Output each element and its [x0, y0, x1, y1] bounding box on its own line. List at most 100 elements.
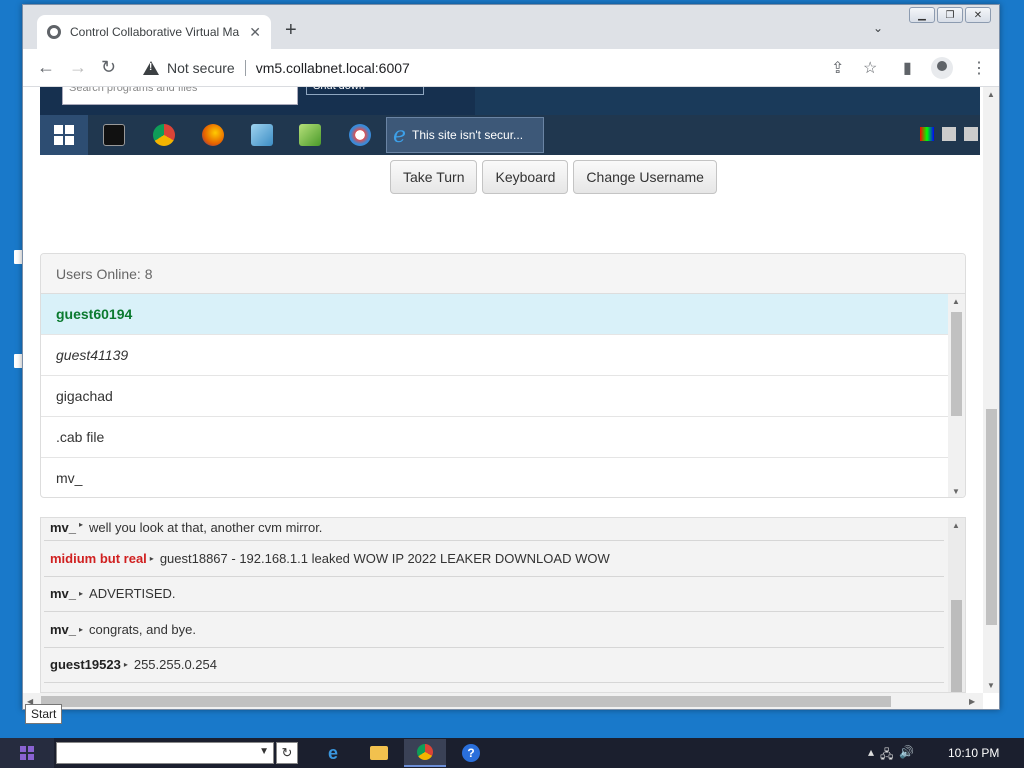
network-icon[interactable]: 🖧 — [880, 745, 893, 766]
ie-icon: e — [393, 122, 407, 148]
vm-start-button[interactable] — [40, 115, 88, 155]
windows-logo-icon — [54, 125, 74, 145]
page-horizontal-thumb[interactable] — [41, 696, 891, 707]
scroll-right-icon[interactable]: ▶ — [969, 697, 975, 706]
paint-icon[interactable] — [349, 124, 371, 146]
vm-ie-button-label: This site isn't secur... — [412, 128, 524, 142]
profile-avatar-icon[interactable] — [931, 57, 953, 79]
device-icon[interactable] — [942, 127, 956, 141]
page-vertical-scrollbar[interactable]: ▲ ▼ — [983, 87, 999, 693]
chat-scroll-thumb[interactable] — [951, 600, 962, 692]
chevron-down-icon[interactable]: ▼ — [259, 746, 269, 757]
users-scrollbar[interactable]: ▲ ▼ — [948, 294, 965, 497]
color-icon[interactable] — [920, 127, 934, 141]
scroll-up-icon[interactable]: ▲ — [987, 90, 995, 99]
scroll-up-icon[interactable]: ▲ — [952, 297, 960, 306]
host-taskbar: ▼ ↻ e ? ▴ 🖧 🔊 10:10 PM — [0, 738, 1024, 768]
chevron-up-icon[interactable]: ▴ — [868, 745, 874, 766]
taskbar-clock[interactable]: 10:10 PM — [948, 746, 999, 760]
chat-text: 255.255.0.254 — [133, 657, 217, 673]
url-text: vm5.collabnet.local:6007 — [255, 60, 410, 76]
taskbar-edge-icon[interactable]: e — [312, 739, 354, 767]
forward-arrow-icon[interactable]: → — [69, 57, 87, 77]
chat-separator-icon: ▸ — [79, 520, 84, 529]
chat-separator-icon: ▸ — [79, 624, 84, 634]
taskbar-explorer-icon[interactable] — [358, 739, 400, 767]
menu-kebab-icon[interactable]: ⋮ — [971, 58, 987, 78]
chat-username: mv_ — [50, 621, 77, 637]
chat-username: mv_ — [50, 520, 77, 535]
chat-separator-icon: ▸ — [123, 660, 128, 670]
browser-window: Control Collaborative Virtual Ma ✕ + ⌄ ▁… — [22, 4, 1000, 710]
chat-separator-icon: ▸ — [149, 553, 154, 563]
chrome-icon[interactable] — [153, 124, 175, 146]
volume-icon[interactable]: 🔊 — [899, 745, 914, 766]
users-online-header: Users Online: 8 — [41, 254, 965, 294]
vm-control-buttons: Take Turn Keyboard Change Username — [390, 160, 717, 194]
chat-message: midium but real ▸ guest18867 - 192.168.1… — [44, 541, 944, 577]
keyboard-button[interactable]: Keyboard — [482, 160, 569, 194]
taskbar-help-icon[interactable]: ? — [450, 739, 492, 767]
chat-username: mv_ — [50, 586, 77, 602]
vm-ie-taskbar-button[interactable]: e This site isn't secur... — [386, 117, 544, 153]
notepad-icon[interactable] — [299, 124, 321, 146]
scroll-down-icon[interactable]: ▼ — [952, 487, 960, 496]
chat-username: midium but real — [50, 550, 147, 566]
chat-username: guest19523 — [50, 657, 121, 673]
minimize-button[interactable]: ▁ — [909, 7, 935, 23]
user-list-item[interactable]: gigachad — [41, 376, 949, 417]
user-list-item[interactable]: guest41139 — [41, 335, 949, 376]
not-secure-label: Not secure — [167, 60, 246, 76]
chat-message: guest19523 ▸ 255.255.0.254 — [44, 648, 944, 683]
host-start-button[interactable] — [0, 738, 54, 768]
taskbar-refresh-button[interactable]: ↻ — [276, 742, 298, 764]
vm-taskbar: e This site isn't secur... — [40, 115, 980, 155]
taskbar-address-input[interactable]: ▼ — [56, 742, 274, 764]
maximize-button[interactable]: ❐ — [937, 7, 963, 23]
firefox-icon[interactable] — [202, 124, 224, 146]
reload-icon[interactable]: ↻ — [101, 57, 116, 77]
chat-panel: mv_ ▸ well you look at that, another cvm… — [40, 517, 966, 693]
cmd-icon[interactable] — [103, 124, 125, 146]
back-arrow-icon[interactable]: ← — [37, 57, 55, 77]
globe-icon — [47, 25, 61, 39]
start-tooltip: Start — [25, 704, 63, 724]
scroll-down-icon[interactable]: ▼ — [987, 681, 995, 690]
bookmark-star-icon[interactable]: ☆ — [863, 58, 877, 78]
vm-shutdown-button[interactable]: Shut down — [306, 87, 424, 95]
tab-search-chevron-icon[interactable]: ⌄ — [873, 21, 883, 35]
taskbar-chrome-icon[interactable] — [404, 739, 446, 767]
chat-separator-icon: ▸ — [79, 589, 84, 599]
users-list[interactable]: guest60194 guest41139 gigachad .cab file… — [41, 294, 949, 497]
close-window-button[interactable]: ✕ — [965, 7, 991, 23]
address-bar[interactable]: Not secure vm5.collabnet.local:6007 — [133, 54, 873, 82]
vm-start-menu: Search programs and files Shut down — [40, 87, 475, 115]
user-list-item[interactable]: mv_ — [41, 458, 949, 497]
volume-muted-icon[interactable] — [964, 127, 978, 141]
close-tab-icon[interactable]: ✕ — [249, 24, 261, 41]
page-horizontal-scrollbar[interactable]: ◀ ▶ — [23, 693, 983, 709]
user-list-item[interactable]: .cab file — [41, 417, 949, 458]
side-panel-icon[interactable]: ▮ — [903, 58, 912, 78]
user-list-item[interactable]: guest60194 — [41, 294, 949, 335]
change-username-button[interactable]: Change Username — [573, 160, 717, 194]
chat-text: guest18867 - 192.168.1.1 leaked WOW IP 2… — [159, 550, 610, 566]
scroll-up-icon[interactable]: ▲ — [952, 521, 960, 530]
page-vertical-thumb[interactable] — [986, 409, 997, 625]
vm-system-tray — [920, 127, 978, 141]
chat-message: mv_ ▸ ADVERTISED. — [44, 577, 944, 612]
share-icon[interactable]: ⇪ — [831, 58, 844, 78]
chat-text: congrats, and bye. — [89, 621, 197, 637]
browser-tab[interactable]: Control Collaborative Virtual Ma ✕ — [37, 15, 271, 49]
vm-screen[interactable]: Search programs and files Shut down e Th… — [40, 87, 980, 155]
chat-text: well you look at that, another cvm mirro… — [89, 520, 323, 535]
users-scroll-thumb[interactable] — [951, 312, 962, 416]
browser-titlebar: Control Collaborative Virtual Ma ✕ + ⌄ ▁… — [23, 5, 999, 49]
vm-start-search-input[interactable]: Search programs and files — [62, 87, 298, 105]
tab-title: Control Collaborative Virtual Ma — [70, 25, 240, 39]
chat-scrollbar[interactable]: ▲ — [948, 518, 965, 692]
app-icon[interactable] — [251, 124, 273, 146]
page-content: Search programs and files Shut down e Th… — [23, 87, 983, 693]
new-tab-button[interactable]: + — [285, 20, 297, 40]
take-turn-button[interactable]: Take Turn — [390, 160, 478, 194]
